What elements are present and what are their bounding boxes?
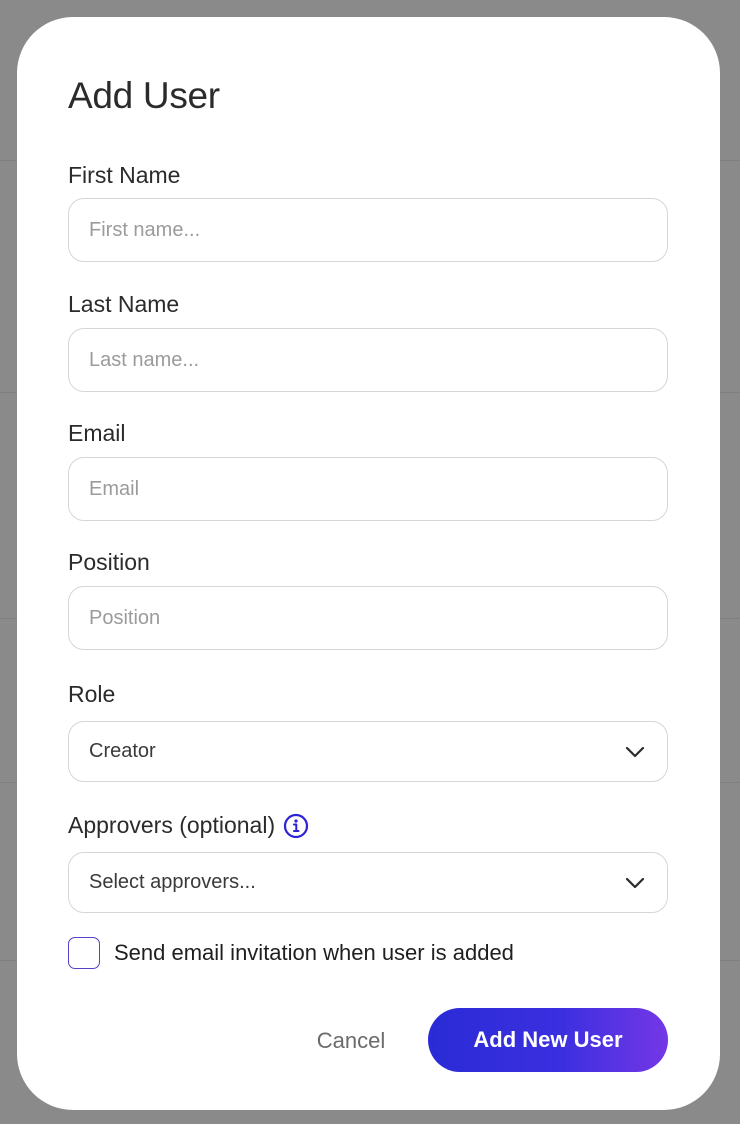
modal-title: Add User — [68, 75, 220, 116]
approvers-label: Approvers (optional) — [68, 812, 276, 838]
email-label: Email — [68, 420, 126, 446]
role-selected-value: Creator — [89, 740, 156, 762]
first-name-label: First Name — [68, 162, 181, 188]
info-icon[interactable] — [283, 813, 309, 839]
add-new-user-button[interactable]: Add New User — [428, 1008, 668, 1072]
chevron-down-icon — [625, 877, 645, 888]
role-label: Role — [68, 681, 116, 707]
position-input[interactable] — [68, 586, 668, 650]
send-invite-row: Send email invitation when user is added — [68, 937, 514, 969]
send-invite-checkbox[interactable] — [68, 937, 100, 969]
approvers-select[interactable]: Select approvers... — [68, 852, 668, 913]
position-label: Position — [68, 549, 150, 575]
role-select[interactable]: Creator — [68, 721, 668, 782]
chevron-down-icon — [625, 746, 645, 757]
add-user-modal: Add User First Name Last Name Email Posi… — [17, 17, 720, 1110]
first-name-input[interactable] — [68, 198, 668, 262]
last-name-input[interactable] — [68, 328, 668, 392]
email-input[interactable] — [68, 457, 668, 521]
send-invite-label[interactable]: Send email invitation when user is added — [114, 940, 514, 966]
cancel-button[interactable]: Cancel — [285, 1009, 417, 1073]
approvers-label-row: Approvers (optional) — [68, 812, 309, 839]
last-name-label: Last Name — [68, 291, 180, 317]
approvers-selected-value: Select approvers... — [89, 871, 256, 893]
